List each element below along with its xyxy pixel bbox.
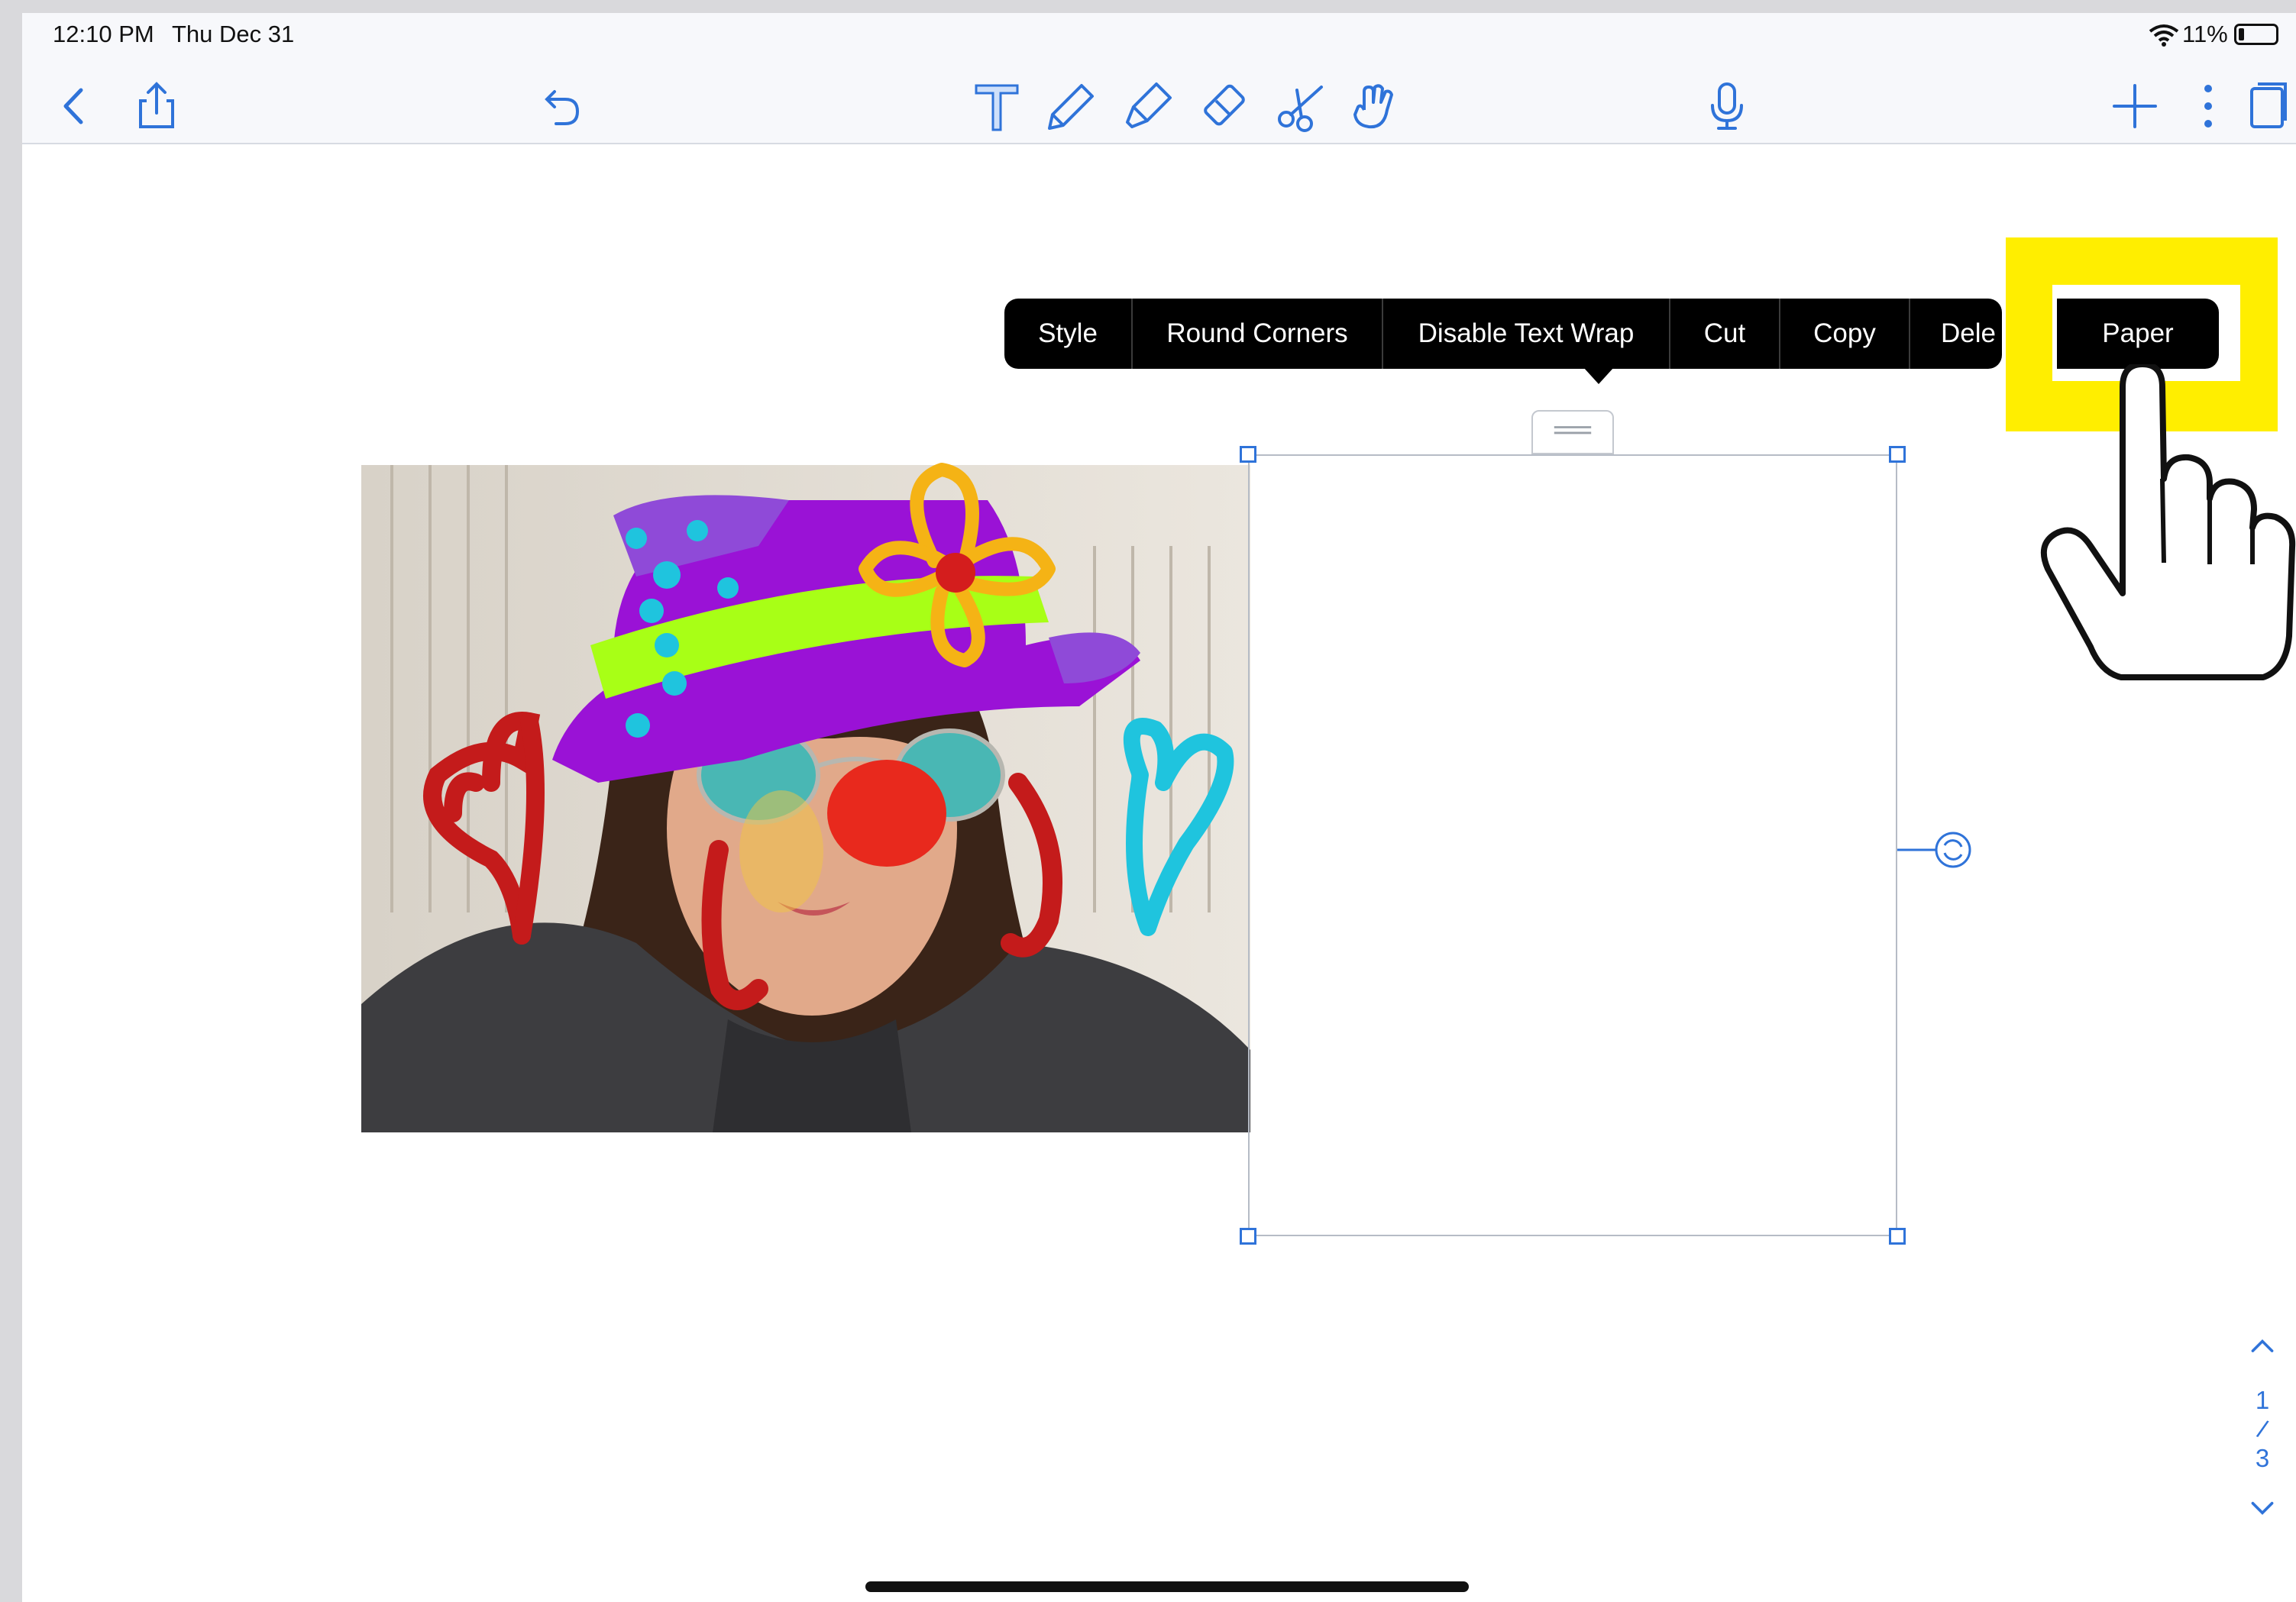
text-tool-icon[interactable] xyxy=(968,77,1026,135)
undo-icon[interactable] xyxy=(531,77,589,135)
annotated-photo[interactable] xyxy=(361,454,1259,1142)
menu-item-disable-text-wrap[interactable]: Disable Text Wrap xyxy=(1383,299,1670,369)
resize-handle-top-right[interactable] xyxy=(1889,446,1906,463)
hand-icon[interactable] xyxy=(1347,77,1405,135)
status-time: 12:10 PM xyxy=(53,21,154,47)
menu-item-round-corners[interactable]: Round Corners xyxy=(1133,299,1383,369)
drag-handle-tab[interactable] xyxy=(1531,410,1614,454)
rotate-handle[interactable] xyxy=(1897,830,1974,870)
add-icon[interactable] xyxy=(2106,77,2164,135)
menu-item-style[interactable]: Style xyxy=(1004,299,1133,369)
resize-handle-top-left[interactable] xyxy=(1240,446,1256,463)
top-toolbar: 12:10 PM Thu Dec 31 11% xyxy=(22,13,2296,144)
share-icon[interactable] xyxy=(128,77,186,135)
home-indicator[interactable] xyxy=(865,1581,1469,1592)
app-screen: 12:10 PM Thu Dec 31 11% Style Round Corn… xyxy=(22,13,2296,1602)
page-indicator: 1 / 3 xyxy=(2241,1332,2284,1525)
back-icon[interactable] xyxy=(45,77,103,135)
pen-icon[interactable] xyxy=(1043,77,1101,135)
highlighter-icon[interactable] xyxy=(1119,77,1177,135)
status-date: Thu Dec 31 xyxy=(172,21,295,47)
menu-item-cut[interactable]: Cut xyxy=(1670,299,1780,369)
battery-percent: 11% xyxy=(2182,21,2228,47)
eraser-icon[interactable] xyxy=(1195,77,1253,135)
resize-handle-bottom-right[interactable] xyxy=(1889,1228,1906,1245)
menu-item-delete[interactable]: Dele xyxy=(1910,299,2002,369)
menu-item-paper[interactable]: Paper xyxy=(2057,299,2219,369)
selected-text-box[interactable] xyxy=(1248,454,1897,1236)
wifi-icon xyxy=(2149,24,2179,47)
page-down-icon[interactable] xyxy=(2241,1496,2284,1525)
more-icon[interactable] xyxy=(2179,77,2237,135)
resize-handle-bottom-left[interactable] xyxy=(1240,1228,1256,1245)
page-up-icon[interactable] xyxy=(2241,1332,2284,1372)
context-menu-caret xyxy=(1583,367,1614,384)
pages-icon[interactable] xyxy=(2237,77,2295,135)
microphone-icon[interactable] xyxy=(1698,77,1756,135)
pointing-hand-icon xyxy=(2037,361,2296,685)
context-menu: Style Round Corners Disable Text Wrap Cu… xyxy=(1004,299,2002,369)
menu-item-copy[interactable]: Copy xyxy=(1780,299,1910,369)
scissors-icon[interactable] xyxy=(1272,77,1330,135)
battery-icon xyxy=(2234,24,2278,45)
